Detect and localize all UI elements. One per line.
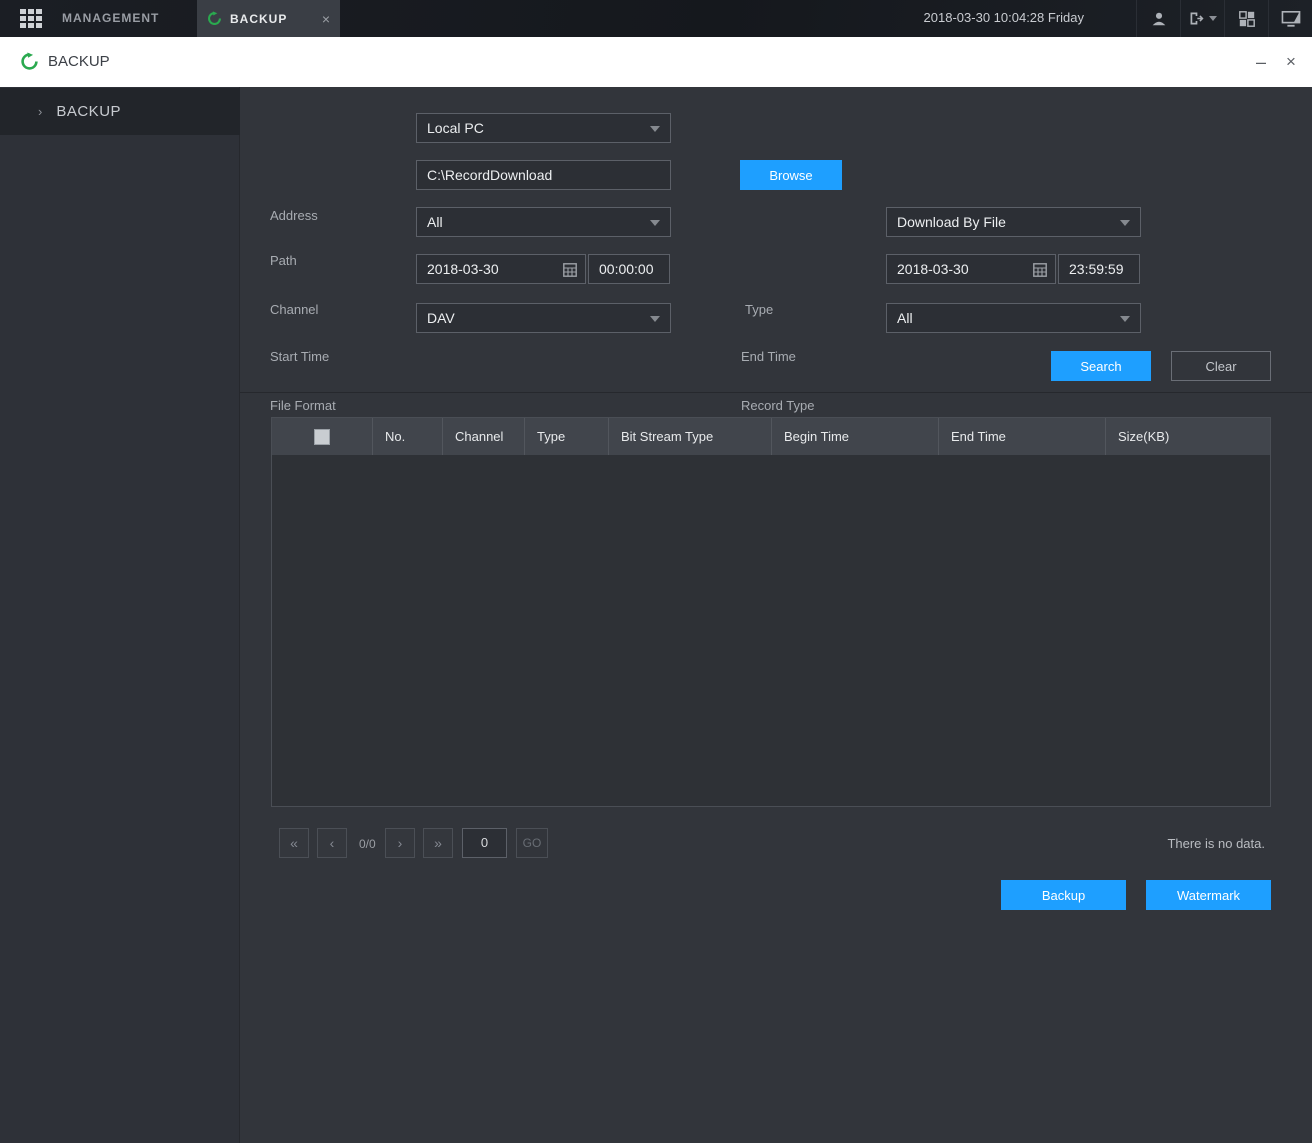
minimize-icon[interactable]: – — [1250, 49, 1272, 75]
last-page-button[interactable]: » — [423, 828, 453, 858]
page-count-text: 0/0 — [359, 837, 376, 851]
page-number-input[interactable]: 0 — [462, 828, 507, 858]
table-header-bitstream: Bit Stream Type — [608, 418, 771, 455]
watermark-button[interactable]: Watermark — [1146, 880, 1271, 910]
type-value: Download By File — [897, 214, 1006, 230]
apps-grid-icon[interactable] — [20, 9, 42, 28]
start-date-value: 2018-03-30 — [427, 261, 499, 277]
table-header-checkbox-cell — [272, 418, 372, 455]
browse-button[interactable]: Browse — [740, 160, 842, 190]
main-content: Address Path Channel Start Time File For… — [240, 87, 1312, 1143]
section-divider — [240, 392, 1312, 393]
backup-taskbar-tab[interactable]: BACKUP × — [197, 0, 340, 37]
file-format-value: DAV — [427, 310, 455, 326]
chevron-down-icon — [650, 126, 660, 132]
screen: MANAGEMENT BACKUP × 2018-03-30 10:04:28 … — [0, 0, 1312, 1143]
address-value: Local PC — [427, 120, 484, 136]
close-icon[interactable]: × — [1280, 49, 1302, 75]
path-input[interactable]: C:\RecordDownload — [416, 160, 671, 190]
table-header-no: No. — [372, 418, 442, 455]
table-header-end: End Time — [938, 418, 1105, 455]
devices-grid-icon[interactable] — [1224, 0, 1268, 37]
next-page-button[interactable]: › — [385, 828, 415, 858]
chevron-down-icon — [650, 316, 660, 322]
type-label: Type — [745, 302, 773, 317]
channel-select[interactable]: All — [416, 207, 671, 237]
backup-app-icon — [207, 11, 222, 26]
start-time-label: Start Time — [270, 349, 329, 364]
end-date-value: 2018-03-30 — [897, 261, 969, 277]
chevron-down-icon — [1120, 316, 1130, 322]
table-header-row: No. Channel Type Bit Stream Type Begin T… — [272, 418, 1270, 455]
go-button[interactable]: GO — [516, 828, 548, 858]
logout-icon[interactable] — [1180, 0, 1224, 37]
chevron-right-icon: › — [38, 104, 42, 119]
window-title: BACKUP — [48, 53, 110, 70]
end-time-label: End Time — [741, 349, 796, 364]
sidebar-item-label: BACKUP — [56, 103, 121, 120]
calendar-icon[interactable] — [563, 263, 577, 277]
table-header-channel: Channel — [442, 418, 524, 455]
backup-window-icon — [20, 52, 39, 71]
sidebar-item-backup[interactable]: › BACKUP — [0, 88, 240, 135]
backup-button[interactable]: Backup — [1001, 880, 1126, 910]
start-time-value: 00:00:00 — [599, 261, 654, 277]
chevron-down-icon — [650, 220, 660, 226]
end-date-input[interactable]: 2018-03-30 — [886, 254, 1056, 284]
tab-close-icon[interactable]: × — [322, 11, 330, 27]
file-format-select[interactable]: DAV — [416, 303, 671, 333]
channel-value: All — [427, 214, 443, 230]
type-select[interactable]: Download By File — [886, 207, 1141, 237]
taskbar-tab-label: BACKUP — [230, 12, 322, 26]
sidebar: › BACKUP — [0, 87, 240, 1143]
no-data-text: There is no data. — [1167, 836, 1265, 851]
results-table: No. Channel Type Bit Stream Type Begin T… — [271, 417, 1271, 807]
file-format-label: File Format — [270, 398, 336, 413]
clock-text: 2018-03-30 10:04:28 Friday — [924, 10, 1084, 25]
table-header-begin: Begin Time — [771, 418, 938, 455]
prev-page-button[interactable]: ‹ — [317, 828, 347, 858]
record-type-label: Record Type — [741, 398, 814, 413]
path-label: Path — [270, 253, 297, 268]
start-time-input[interactable]: 00:00:00 — [588, 254, 670, 284]
table-header-type: Type — [524, 418, 608, 455]
management-tab[interactable]: MANAGEMENT — [62, 11, 159, 25]
table-body-empty — [272, 455, 1270, 807]
start-date-input[interactable]: 2018-03-30 — [416, 254, 586, 284]
table-header-size: Size(KB) — [1105, 418, 1270, 455]
end-time-input[interactable]: 23:59:59 — [1058, 254, 1140, 284]
address-label: Address — [270, 208, 318, 223]
path-value: C:\RecordDownload — [427, 167, 552, 183]
monitor-icon[interactable] — [1268, 0, 1312, 37]
calendar-icon[interactable] — [1033, 263, 1047, 277]
first-page-button[interactable]: « — [279, 828, 309, 858]
taskbar: MANAGEMENT BACKUP × 2018-03-30 10:04:28 … — [0, 0, 1312, 37]
record-type-select[interactable]: All — [886, 303, 1141, 333]
clear-button[interactable]: Clear — [1171, 351, 1271, 381]
select-all-checkbox[interactable] — [314, 429, 330, 445]
record-type-value: All — [897, 310, 913, 326]
address-select[interactable]: Local PC — [416, 113, 671, 143]
taskbar-icons — [1136, 0, 1312, 37]
search-button[interactable]: Search — [1051, 351, 1151, 381]
window-titlebar: BACKUP – × — [0, 37, 1312, 87]
channel-label: Channel — [270, 302, 318, 317]
user-icon[interactable] — [1136, 0, 1180, 37]
end-time-value: 23:59:59 — [1069, 261, 1124, 277]
chevron-down-icon — [1209, 16, 1217, 21]
chevron-down-icon — [1120, 220, 1130, 226]
